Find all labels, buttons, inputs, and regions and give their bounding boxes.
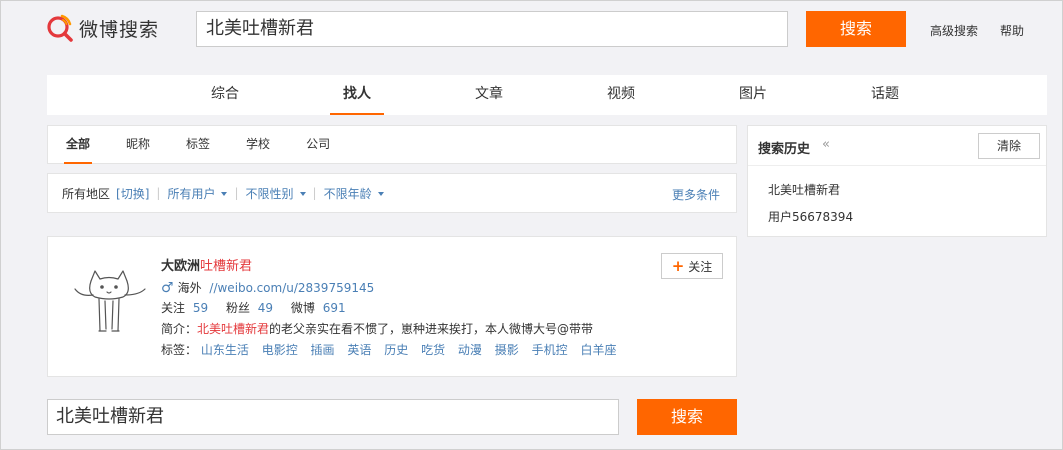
- plus-icon: +: [671, 257, 685, 275]
- user-type-dropdown[interactable]: 所有用户: [167, 185, 228, 202]
- user-name-highlight: 吐槽新君: [200, 259, 253, 274]
- user-type-label: 所有用户: [167, 186, 216, 201]
- chevron-down-icon: [299, 192, 306, 196]
- user-tag[interactable]: 英语: [347, 343, 371, 357]
- follow-count[interactable]: 59: [193, 301, 208, 315]
- bottom-search-input[interactable]: 北美吐槽新君: [47, 399, 619, 435]
- user-tag[interactable]: 电影控: [262, 343, 298, 357]
- user-tag[interactable]: 历史: [384, 343, 408, 357]
- tab-videos[interactable]: 视频: [555, 75, 687, 115]
- weibo-search-logo[interactable]: 微博搜索: [45, 13, 159, 43]
- intro-label: 简介：: [161, 322, 198, 336]
- filter-separator: |: [234, 186, 239, 200]
- user-subtabs: 全部 昵称 标签 学校 公司: [47, 125, 737, 164]
- advanced-search-link[interactable]: 高级搜索: [930, 22, 978, 39]
- user-tag[interactable]: 手机控: [532, 343, 568, 357]
- tab-comprehensive[interactable]: 综合: [159, 75, 291, 115]
- subtab-tag[interactable]: 标签: [174, 126, 222, 163]
- search-input[interactable]: 北美吐槽新君: [196, 11, 788, 47]
- tab-users[interactable]: 找人: [291, 75, 423, 115]
- history-item[interactable]: 用户56678394: [768, 208, 853, 225]
- user-tag[interactable]: 山东生活: [201, 343, 249, 357]
- subtab-nickname[interactable]: 昵称: [114, 126, 162, 163]
- subtab-all[interactable]: 全部: [54, 126, 102, 164]
- more-conditions-link[interactable]: 更多条件: [672, 186, 720, 203]
- gender-dropdown[interactable]: 不限性别: [246, 185, 306, 202]
- intro-highlight: 北美吐槽新君: [197, 322, 270, 336]
- avatar[interactable]: [69, 259, 149, 339]
- age-dropdown[interactable]: 不限年龄: [324, 185, 384, 202]
- user-tag[interactable]: 吃货: [421, 343, 445, 357]
- user-profile-url[interactable]: //weibo.com/u/2839759145: [209, 281, 374, 295]
- male-icon: ♂: [161, 280, 174, 296]
- age-label: 不限年龄: [323, 186, 372, 201]
- subtab-company[interactable]: 公司: [294, 126, 342, 163]
- fans-label: 粉丝: [225, 301, 250, 315]
- tab-articles[interactable]: 文章: [423, 75, 555, 115]
- bottom-search-button[interactable]: 搜索: [637, 399, 737, 435]
- weibo-count[interactable]: 691: [323, 301, 346, 315]
- user-tag[interactable]: 白羊座: [580, 343, 616, 357]
- tab-topics[interactable]: 话题: [819, 75, 951, 115]
- help-link[interactable]: 帮助: [1000, 22, 1024, 39]
- chevron-down-icon: [377, 192, 384, 196]
- switch-region-link[interactable]: [切换]: [116, 185, 149, 202]
- main-tabs: 综合 找人 文章 视频 图片 话题: [47, 75, 1047, 115]
- chevron-down-icon: [221, 192, 228, 196]
- follow-button[interactable]: + 关注: [661, 253, 723, 279]
- tags-label: 标签：: [161, 343, 198, 357]
- user-stats-line: 关注 59 粉丝 49 微博 691: [161, 299, 346, 316]
- weibo-label: 微博: [290, 301, 315, 315]
- filter-separator: |: [312, 186, 317, 200]
- history-header: 搜索历史 « 清除: [748, 126, 1046, 166]
- history-title: 搜索历史: [758, 142, 811, 157]
- search-button[interactable]: 搜索: [806, 11, 906, 47]
- follow-button-label: 关注: [688, 260, 713, 274]
- logo-text: 微博搜索: [79, 18, 160, 41]
- filter-separator: |: [156, 186, 161, 200]
- user-tag[interactable]: 动漫: [458, 343, 482, 357]
- gender-label: 不限性别: [245, 186, 294, 201]
- region-filter: 所有地区: [62, 186, 111, 201]
- intro-text: 的老父亲实在看不惯了，崽种进来挨打，本人微博大号@带带: [269, 322, 594, 336]
- magnifier-logo-icon: [45, 13, 75, 43]
- user-name[interactable]: 大欧洲吐槽新君: [161, 255, 252, 274]
- clear-history-button[interactable]: 清除: [978, 133, 1040, 159]
- user-name-prefix: 大欧洲: [161, 259, 201, 274]
- user-tag[interactable]: 摄影: [495, 343, 519, 357]
- user-location-line: ♂ 海外 //weibo.com/u/2839759145: [161, 279, 374, 296]
- double-chevron-left-icon[interactable]: «: [822, 137, 830, 152]
- subtab-school[interactable]: 学校: [234, 126, 282, 163]
- tab-images[interactable]: 图片: [687, 75, 819, 115]
- filter-bar: 所有地区 [切换] | 所有用户 | 不限性别 | 不限年龄 更多条件: [47, 173, 737, 213]
- user-tags-line: 标签： 山东生活 电影控 插画 英语 历史 吃货 动漫 摄影 手机控 白羊座: [161, 341, 625, 358]
- history-item[interactable]: 北美吐槽新君: [768, 181, 840, 198]
- search-history-panel: 搜索历史 « 清除 北美吐槽新君 用户56678394: [747, 125, 1047, 237]
- user-intro-line: 简介：北美吐槽新君的老父亲实在看不惯了，崽种进来挨打，本人微博大号@带带: [161, 320, 593, 337]
- user-result-card: 大欧洲吐槽新君 ♂ 海外 //weibo.com/u/2839759145 关注 …: [47, 236, 737, 377]
- user-tag[interactable]: 插画: [311, 343, 335, 357]
- user-location: 海外: [177, 281, 202, 295]
- fans-count[interactable]: 49: [258, 301, 273, 315]
- follow-label: 关注: [161, 301, 186, 315]
